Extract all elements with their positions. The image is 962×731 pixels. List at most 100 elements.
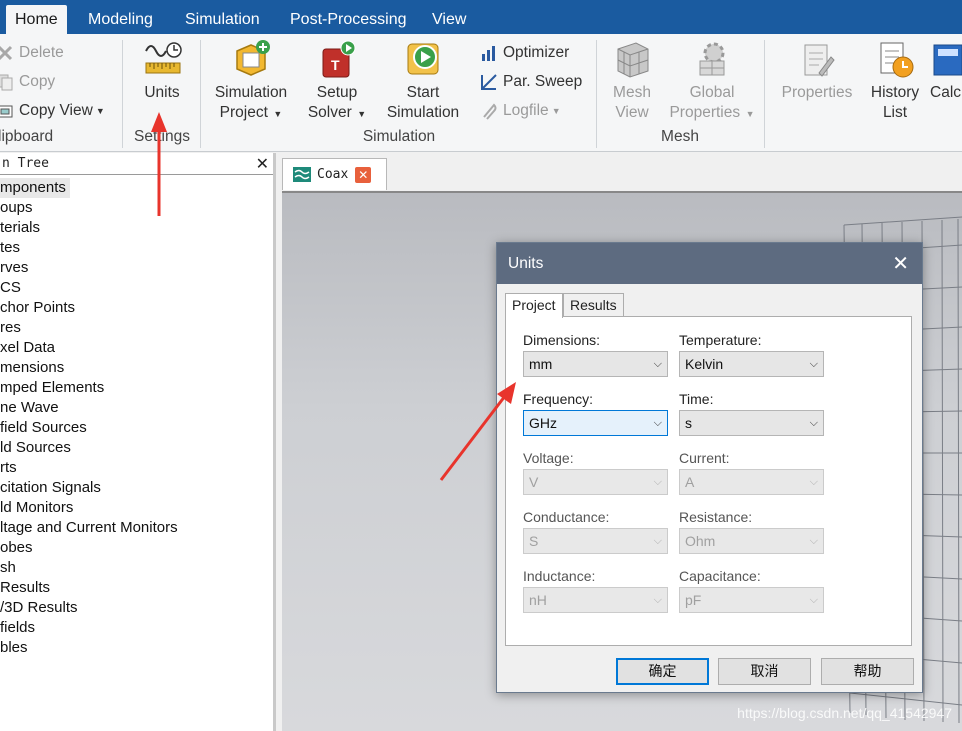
mesh-view-label-2: View: [615, 104, 649, 121]
close-icon[interactable]: ✕: [892, 243, 909, 284]
par-sweep-button[interactable]: Par. Sweep: [480, 70, 582, 94]
tree-item[interactable]: mped Elements: [0, 378, 273, 398]
tree-item[interactable]: CS: [0, 278, 273, 298]
start-simulation-button[interactable]: Start Simulation: [380, 39, 466, 123]
tree-item-label: ld Sources: [0, 439, 71, 456]
help-button[interactable]: 帮助: [821, 658, 914, 685]
tree-item-label: mensions: [0, 359, 65, 376]
tree-item[interactable]: rts: [0, 458, 273, 478]
tree-item[interactable]: Results: [0, 578, 273, 598]
close-icon[interactable]: ✕: [256, 153, 269, 175]
delete-label: Delete: [19, 44, 64, 61]
tree-item[interactable]: fields: [0, 618, 273, 638]
copy-label: Copy: [19, 73, 56, 90]
delete-button[interactable]: Delete: [0, 41, 64, 65]
tree-item-label: mponents: [0, 178, 70, 198]
par-sweep-label: Par. Sweep: [503, 73, 583, 90]
document-tab-coax[interactable]: Coax ✕: [282, 158, 387, 190]
tree-item[interactable]: ld Sources: [0, 438, 273, 458]
tree-item[interactable]: obes: [0, 538, 273, 558]
simulation-group-label: Simulation: [362, 128, 436, 145]
tree-item[interactable]: bles: [0, 638, 273, 658]
resistance-label: Resistance:: [679, 509, 753, 525]
tree-item-label: fields: [0, 619, 36, 636]
tree-item[interactable]: ne Wave: [0, 398, 273, 418]
units-button[interactable]: Units: [136, 39, 188, 103]
tree-item-label: xel Data: [0, 339, 56, 356]
tree-item[interactable]: sh: [0, 558, 273, 578]
mesh-view-button[interactable]: Mesh View: [606, 39, 658, 123]
ok-button[interactable]: 确定: [616, 658, 709, 685]
tree-item[interactable]: field Sources: [0, 418, 273, 438]
tree-item-label: chor Points: [0, 299, 76, 316]
simulation-project-label-1: Simulation: [214, 84, 288, 101]
temperature-select[interactable]: Kelvin ⌵: [679, 351, 824, 377]
current-label: Current:: [679, 450, 730, 466]
tree-item[interactable]: tes: [0, 238, 273, 258]
navigation-tree-panel: n Tree ✕ mponents oups terials tes rves CS cho…: [0, 153, 276, 731]
cancel-button[interactable]: 取消: [718, 658, 811, 685]
properties-button[interactable]: Properties: [776, 39, 858, 103]
tree-item[interactable]: terials: [0, 218, 273, 238]
resistance-select[interactable]: Ohm ⌵: [679, 528, 824, 554]
tree-item-label: obes: [0, 539, 33, 556]
tree-item[interactable]: mponents: [0, 178, 273, 198]
tree-item-label: Results: [0, 579, 51, 596]
tree-item[interactable]: mensions: [0, 358, 273, 378]
tab-results[interactable]: Results: [563, 293, 624, 317]
settings-group-label: Settings: [133, 128, 190, 145]
tree-item[interactable]: rves: [0, 258, 273, 278]
conductance-label: Conductance:: [523, 509, 610, 525]
tree-item[interactable]: ltage and Current Monitors: [0, 518, 273, 538]
tab-simulation[interactable]: Simulation: [176, 5, 269, 34]
tree-item[interactable]: res: [0, 318, 273, 338]
tab-home[interactable]: Home: [6, 5, 67, 34]
chevron-down-icon: ⌵: [809, 534, 818, 547]
inductance-select[interactable]: nH ⌵: [523, 587, 668, 613]
group-separator: [596, 40, 597, 148]
copy-button[interactable]: Copy: [0, 70, 55, 94]
chevron-down-icon: ⌵: [809, 357, 818, 370]
tree-item-label: rves: [0, 259, 29, 276]
voltage-value: V: [529, 474, 539, 490]
tree-item[interactable]: /3D Results: [0, 598, 273, 618]
document-tab-label: Coax: [317, 167, 349, 182]
tab-post-processing[interactable]: Post-Processing: [281, 5, 416, 34]
tree-item[interactable]: citation Signals: [0, 478, 273, 498]
copy-view-button[interactable]: Copy View ▼: [0, 99, 105, 123]
par-sweep-icon: [480, 73, 498, 91]
calculator-button[interactable]: Calc: [930, 39, 962, 103]
tree-item[interactable]: ld Monitors: [0, 498, 273, 518]
history-list-button[interactable]: History List: [864, 39, 926, 123]
setup-solver-button[interactable]: T Setup Solver ▼: [304, 39, 370, 124]
logfile-button[interactable]: Logfile ▼: [480, 99, 561, 123]
tab-view[interactable]: View: [423, 5, 475, 34]
conductance-select[interactable]: S ⌵: [523, 528, 668, 554]
clipboard-group-label: lipboard: [0, 128, 54, 145]
tree-item[interactable]: oups: [0, 198, 273, 218]
tree-item[interactable]: xel Data: [0, 338, 273, 358]
simulation-project-button[interactable]: Simulation Project ▼: [208, 39, 294, 124]
current-select[interactable]: A ⌵: [679, 469, 824, 495]
optimizer-label: Optimizer: [503, 44, 570, 61]
close-icon[interactable]: ✕: [355, 166, 372, 183]
global-properties-button[interactable]: Global Properties ▼: [666, 39, 758, 124]
time-select[interactable]: s ⌵: [679, 410, 824, 436]
voltage-label: Voltage:: [523, 450, 574, 466]
global-properties-label-1: Global: [689, 84, 735, 101]
dimensions-select[interactable]: mm ⌵: [523, 351, 668, 377]
tab-project[interactable]: Project: [505, 293, 563, 318]
chevron-down-icon: ▼: [743, 109, 755, 119]
optimizer-button[interactable]: Optimizer: [480, 41, 569, 65]
tree-item-label: /3D Results: [0, 599, 78, 616]
chevron-down-icon: ▼: [95, 106, 105, 116]
group-separator: [200, 40, 201, 148]
tab-modeling[interactable]: Modeling: [79, 5, 162, 34]
tree-item[interactable]: chor Points: [0, 298, 273, 318]
tree-item-label: rts: [0, 459, 17, 476]
chevron-down-icon: ⌵: [653, 534, 662, 547]
voltage-select[interactable]: V ⌵: [523, 469, 668, 495]
capacitance-select[interactable]: pF ⌵: [679, 587, 824, 613]
simulation-project-label-2: Project: [219, 104, 268, 121]
frequency-select[interactable]: GHz ⌵: [523, 410, 668, 436]
